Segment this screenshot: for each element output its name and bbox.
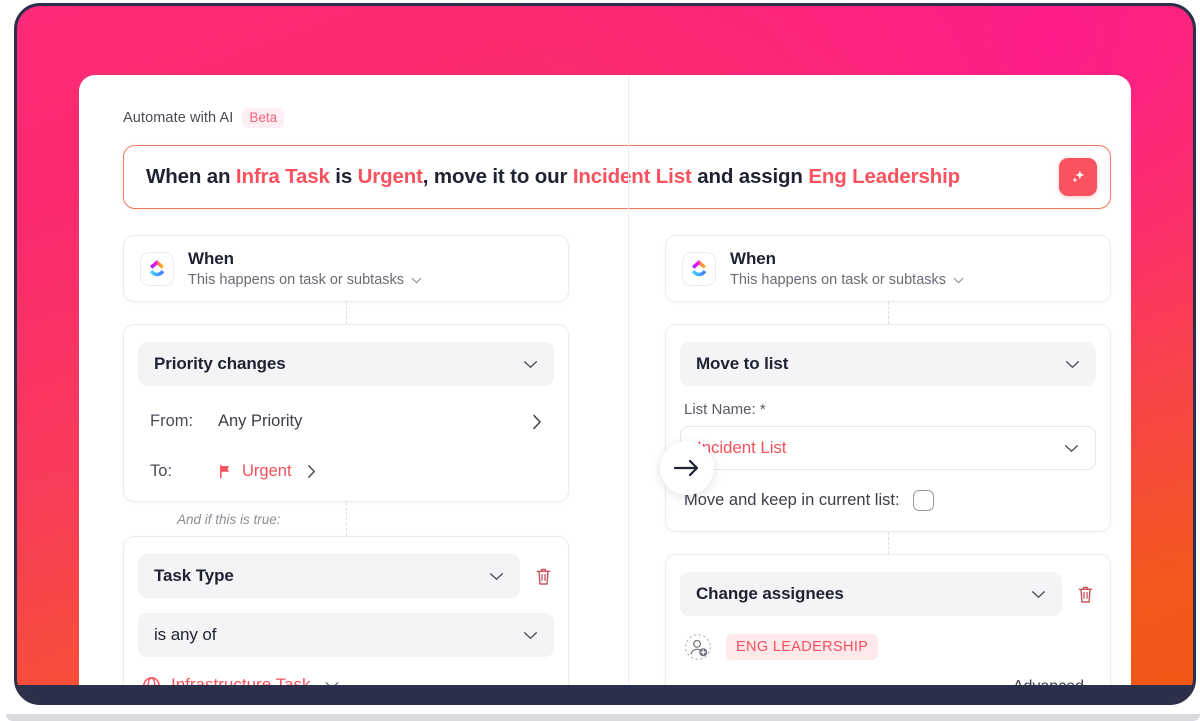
- chevron-right-icon: [307, 464, 316, 479]
- priority-from-label: From:: [150, 412, 194, 430]
- connector-line: [665, 302, 1111, 324]
- priority-event-select[interactable]: Priority changes: [138, 342, 554, 386]
- when-subtitle-text-right: This happens on task or subtasks: [730, 272, 947, 288]
- app-panel: Automate with AI Beta When an Infra Task…: [79, 75, 1131, 702]
- chevron-down-icon: [523, 631, 538, 640]
- clickup-logo-icon: [682, 251, 716, 286]
- priority-to-value: Urgent: [218, 462, 542, 481]
- move-action-label: Move to list: [696, 354, 789, 373]
- when-title-left: When: [188, 249, 234, 268]
- when-card-right[interactable]: When This happens on task or subtasks: [665, 235, 1111, 302]
- chevron-down-icon: [489, 572, 504, 581]
- keep-in-list-checkbox[interactable]: [912, 490, 934, 511]
- trigger-column: When This happens on task or subtasks Pr…: [123, 235, 569, 702]
- chevron-down-icon: [1031, 590, 1046, 599]
- arrow-right-icon: [674, 459, 699, 477]
- assign-action-label: Change assignees: [696, 584, 844, 603]
- beta-badge: Beta: [242, 108, 285, 128]
- ai-prompt-text[interactable]: When an Infra Task is Urgent, move it to…: [124, 165, 1059, 189]
- trash-icon: [536, 568, 550, 585]
- priority-to-label: To:: [150, 462, 173, 480]
- assign-action-row: Change assignees: [680, 572, 1096, 616]
- connector-line: [665, 532, 1111, 554]
- move-to-list-card: Move to list List Name: * Incident List: [665, 324, 1111, 532]
- priority-event-label: Priority changes: [154, 354, 286, 373]
- filter-field-row: Task Type: [138, 554, 554, 598]
- chevron-down-icon: [1065, 360, 1080, 369]
- when-subtitle-right[interactable]: This happens on task or subtasks: [730, 272, 964, 288]
- panel-header: Automate with AI Beta: [123, 108, 285, 128]
- delete-action-button[interactable]: [1074, 582, 1096, 606]
- device-frame: Automate with AI Beta When an Infra Task…: [0, 0, 1200, 721]
- filter-operator-label: is any of: [154, 625, 217, 644]
- add-person-icon[interactable]: [684, 633, 712, 661]
- when-title-right: When: [730, 249, 776, 268]
- ai-prompt-bar[interactable]: When an Infra Task is Urgent, move it to…: [123, 145, 1111, 209]
- device-bottom-bar: [17, 685, 1193, 702]
- chevron-down-icon: [411, 277, 422, 284]
- and-if-label: And if this is true:: [177, 511, 289, 527]
- and-if-section: And if this is true:: [123, 502, 569, 536]
- prompt-plain: and assign: [691, 165, 809, 188]
- filter-operator-select[interactable]: is any of: [138, 613, 554, 657]
- page-title: Automate with AI: [123, 110, 234, 126]
- filter-card: Task Type is any of: [123, 536, 569, 702]
- filter-field-select[interactable]: Task Type: [138, 554, 520, 598]
- priority-from-row[interactable]: From: Any Priority: [138, 412, 554, 431]
- sparkle-icon: [1072, 170, 1085, 183]
- priority-to-text: Urgent: [242, 462, 292, 480]
- chevron-down-icon: [523, 360, 538, 369]
- chevron-down-icon: [953, 277, 964, 284]
- priority-from-value: Any Priority: [218, 412, 303, 430]
- column-divider: [628, 75, 629, 702]
- prompt-plain: is: [329, 165, 358, 188]
- delete-filter-button[interactable]: [532, 564, 554, 588]
- flow-arrow: [660, 441, 714, 495]
- keep-in-list-label: Move and keep in current list:: [684, 491, 900, 509]
- prompt-entity: Infra Task: [235, 165, 330, 188]
- prompt-plain: , move it to our: [422, 165, 573, 188]
- assignee-badge[interactable]: ENG LEADERSHIP: [726, 634, 879, 660]
- chevron-down-icon: [1064, 444, 1079, 453]
- prompt-entity: Eng Leadership: [808, 165, 961, 188]
- trash-icon: [1078, 586, 1092, 603]
- flag-icon: [220, 464, 230, 479]
- ai-generate-button[interactable]: [1059, 158, 1097, 196]
- when-card-left[interactable]: When This happens on task or subtasks: [123, 235, 569, 302]
- clickup-logo-icon: [140, 251, 174, 286]
- assignee-row: ENG LEADERSHIP: [680, 633, 1096, 661]
- when-subtitle-left[interactable]: This happens on task or subtasks: [188, 272, 422, 288]
- keep-in-list-row[interactable]: Move and keep in current list:: [680, 490, 1096, 511]
- connector-line: [123, 302, 569, 324]
- condition-card: Priority changes From: Any Priority To: …: [123, 324, 569, 502]
- when-subtitle-text-left: This happens on task or subtasks: [188, 272, 405, 288]
- filter-field-label: Task Type: [154, 566, 234, 585]
- priority-to-row[interactable]: To: Urgent: [138, 462, 554, 481]
- assign-action-select[interactable]: Change assignees: [680, 572, 1062, 616]
- prompt-plain: When an: [146, 165, 236, 188]
- prompt-entity: Urgent: [357, 165, 423, 188]
- move-action-select[interactable]: Move to list: [680, 342, 1096, 386]
- device-bezel: Automate with AI Beta When an Infra Task…: [14, 3, 1196, 705]
- device-shadow: [6, 714, 1200, 721]
- action-column: When This happens on task or subtasks Mo…: [665, 235, 1111, 702]
- change-assignees-card: Change assignees ENG LEADERSHIP: [665, 554, 1111, 702]
- list-name-label: List Name: *: [684, 401, 766, 418]
- prompt-entity: Incident List: [572, 165, 692, 188]
- list-name-select[interactable]: Incident List: [680, 426, 1096, 470]
- chevron-right-icon: [532, 414, 542, 430]
